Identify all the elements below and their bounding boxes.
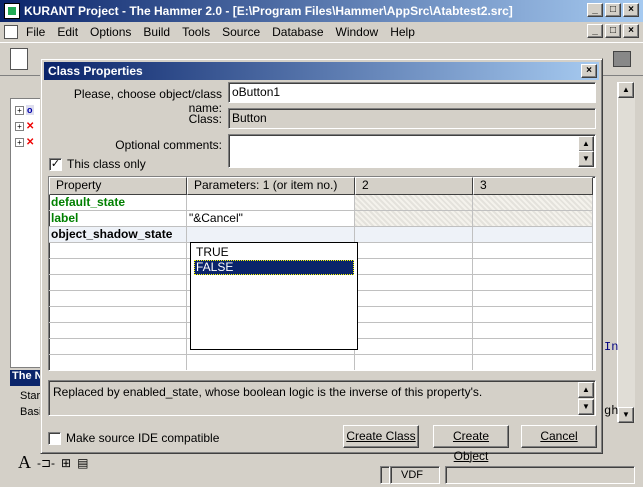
code-text: gh bbox=[604, 404, 619, 418]
menu-options[interactable]: Options bbox=[84, 25, 137, 39]
param2-cell bbox=[355, 211, 473, 227]
panel-item[interactable]: Basi bbox=[20, 406, 41, 418]
class-field: Button bbox=[228, 108, 596, 129]
menu-build[interactable]: Build bbox=[137, 25, 176, 39]
param2-cell bbox=[355, 227, 473, 243]
menu-bar: File Edit Options Build Tools Source Dat… bbox=[0, 22, 643, 42]
param2-cell bbox=[355, 195, 473, 211]
tree-row[interactable]: + ✕ bbox=[15, 137, 34, 148]
scroll-up-icon[interactable]: ▲ bbox=[578, 382, 594, 398]
menu-help[interactable]: Help bbox=[384, 25, 421, 39]
cancel-button[interactable]: Cancel bbox=[521, 425, 597, 448]
class-label: Class: bbox=[188, 112, 222, 126]
param1-cell[interactable] bbox=[187, 195, 355, 211]
column-header-property[interactable]: Property bbox=[49, 177, 187, 195]
make-source-row[interactable]: Make source IDE compatible bbox=[48, 431, 219, 445]
make-source-checkbox[interactable] bbox=[48, 431, 61, 445]
scroll-down-icon[interactable]: ▼ bbox=[618, 407, 634, 423]
tree-node-label[interactable]: o bbox=[26, 105, 34, 115]
mdi-restore-button[interactable]: □ bbox=[605, 24, 621, 38]
table-row[interactable]: label "&Cancel" bbox=[49, 211, 593, 227]
new-file-icon[interactable] bbox=[10, 48, 28, 70]
comments-field[interactable]: ▲ ▼ bbox=[228, 134, 596, 168]
status-cell bbox=[445, 466, 635, 484]
menu-file[interactable]: File bbox=[20, 25, 51, 39]
error-x-icon: ✕ bbox=[26, 121, 35, 132]
property-description: Replaced by enabled_state, whose boolean… bbox=[48, 380, 596, 416]
this-class-only-label: This class only bbox=[67, 157, 146, 171]
text-tool-icon[interactable]: A bbox=[18, 452, 31, 473]
menu-tools[interactable]: Tools bbox=[176, 25, 216, 39]
mdi-close-button[interactable]: × bbox=[623, 24, 639, 38]
expand-icon[interactable]: + bbox=[15, 138, 24, 147]
table-row[interactable]: default_state bbox=[49, 195, 593, 211]
make-source-label: Make source IDE compatible bbox=[66, 431, 220, 445]
scroll-up-icon[interactable]: ▲ bbox=[618, 82, 634, 98]
create-object-button[interactable]: Create Object bbox=[433, 425, 509, 463]
dropdown-option-false[interactable]: FALSE bbox=[194, 260, 354, 275]
maximize-button[interactable]: □ bbox=[605, 3, 621, 17]
param1-cell[interactable]: "&Cancel" bbox=[187, 211, 355, 227]
app-title: KURANT Project - The Hammer 2.0 - [E:\Pr… bbox=[24, 4, 513, 18]
close-button[interactable]: × bbox=[623, 3, 639, 17]
error-x-icon: ✕ bbox=[26, 137, 35, 148]
mdi-minimize-button[interactable]: _ bbox=[587, 24, 603, 38]
property-cell[interactable]: default_state bbox=[49, 195, 187, 211]
object-name-label: Please, choose object/class name: bbox=[73, 87, 222, 115]
column-header-param2[interactable]: 2 bbox=[355, 177, 473, 195]
param1-cell[interactable] bbox=[187, 227, 355, 243]
param3-cell bbox=[473, 211, 593, 227]
tree-row[interactable]: + o bbox=[15, 105, 34, 115]
description-text: Replaced by enabled_state, whose boolean… bbox=[53, 385, 483, 399]
expand-icon[interactable]: + bbox=[15, 122, 24, 131]
column-header-param1[interactable]: Parameters: 1 (or item no.) bbox=[187, 177, 355, 195]
app-title-bar: KURANT Project - The Hammer 2.0 - [E:\Pr… bbox=[0, 0, 643, 22]
param3-cell bbox=[473, 227, 593, 243]
panel-item[interactable]: Star bbox=[20, 390, 40, 402]
menu-source[interactable]: Source bbox=[216, 25, 266, 39]
scroll-down-icon[interactable]: ▼ bbox=[578, 151, 594, 167]
comments-scrollbar[interactable]: ▲ ▼ bbox=[578, 136, 594, 167]
table-row[interactable]: object_shadow_state bbox=[49, 227, 593, 243]
grid-header: Property Parameters: 1 (or item no.) 2 3 bbox=[49, 177, 593, 195]
dialog-title-bar: Class Properties × bbox=[44, 62, 599, 80]
scroll-down-icon[interactable]: ▼ bbox=[578, 399, 594, 415]
bottom-toolbar: A -⊐- ⊞ ▤ bbox=[18, 452, 88, 473]
param3-cell bbox=[473, 195, 593, 211]
app-icon bbox=[4, 3, 20, 19]
description-scrollbar[interactable]: ▲ ▼ bbox=[578, 382, 594, 415]
create-class-button[interactable]: Create Class bbox=[343, 425, 419, 448]
editor-scrollbar[interactable]: ▲ ▼ bbox=[617, 82, 635, 423]
tree-row[interactable]: + ✕ bbox=[15, 121, 34, 132]
dialog-close-button[interactable]: × bbox=[581, 64, 597, 78]
menu-window[interactable]: Window bbox=[330, 25, 385, 39]
table-row bbox=[49, 355, 593, 370]
this-class-only-checkbox[interactable]: ✓ bbox=[49, 157, 62, 171]
scroll-up-icon[interactable]: ▲ bbox=[578, 136, 594, 152]
menu-database[interactable]: Database bbox=[266, 25, 329, 39]
toolbar-icon[interactable] bbox=[613, 51, 631, 67]
property-cell[interactable]: label bbox=[49, 211, 187, 227]
menu-edit[interactable]: Edit bbox=[51, 25, 84, 39]
property-cell[interactable]: object_shadow_state bbox=[49, 227, 187, 243]
object-name-field[interactable]: oButton1 bbox=[228, 82, 596, 103]
status-vdf: VDF bbox=[390, 466, 440, 484]
comments-label: Optional comments: bbox=[115, 138, 222, 152]
list-icon[interactable]: ▤ bbox=[77, 456, 88, 470]
code-text: In bbox=[604, 340, 619, 354]
expand-icon[interactable]: + bbox=[15, 105, 24, 115]
state-dropdown-list[interactable]: TRUE FALSE bbox=[190, 242, 358, 350]
document-icon[interactable] bbox=[4, 25, 18, 39]
tree-icon[interactable]: ⊞ bbox=[61, 456, 71, 470]
this-class-only-row[interactable]: ✓ This class only bbox=[49, 157, 146, 171]
minimize-button[interactable]: _ bbox=[587, 3, 603, 17]
column-header-param3[interactable]: 3 bbox=[473, 177, 593, 195]
dropdown-option-true[interactable]: TRUE bbox=[194, 245, 354, 260]
connector-icon[interactable]: -⊐- bbox=[37, 456, 55, 470]
status-cell bbox=[380, 466, 390, 484]
dialog-title: Class Properties bbox=[48, 64, 143, 78]
